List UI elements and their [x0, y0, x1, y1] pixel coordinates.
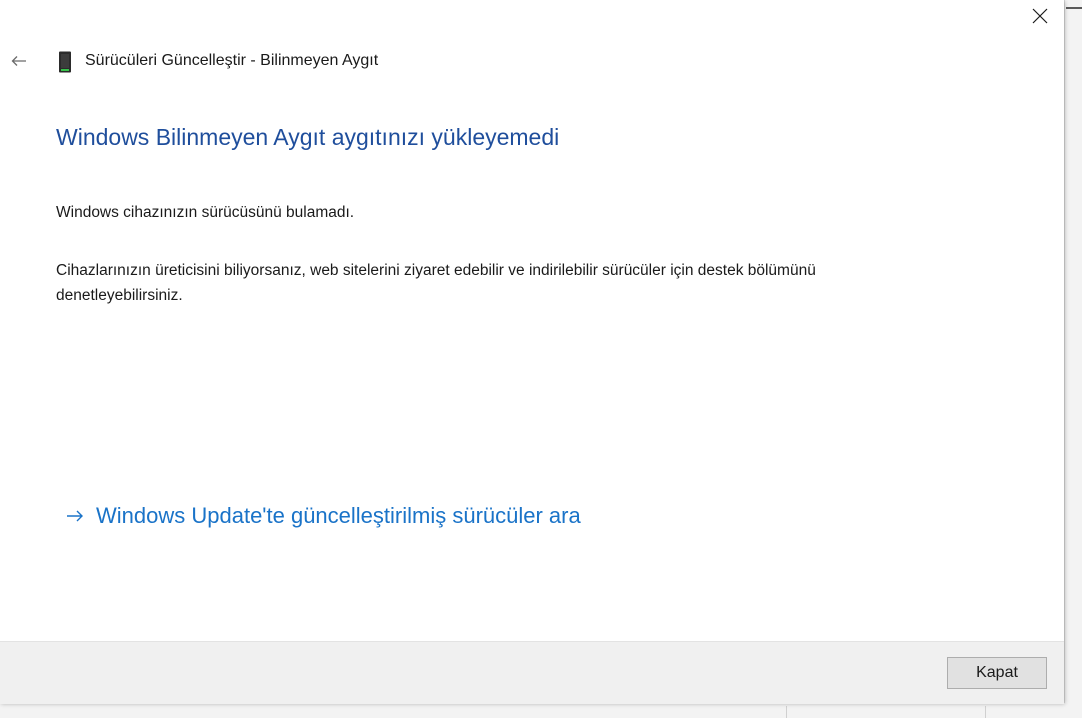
info-message: Cihazlarınızın üreticisini biliyorsanız,… [56, 262, 816, 304]
page-heading: Windows Bilinmeyen Aygıt aygıtınızı yükl… [56, 124, 560, 150]
close-icon [1032, 8, 1048, 24]
background-window-edge [1064, 0, 1082, 718]
back-arrow-icon [11, 56, 26, 66]
device-icon [59, 51, 71, 73]
kapat-button[interactable]: Kapat [947, 657, 1047, 689]
background-window-bottom [0, 703, 1082, 718]
arrow-right-icon [66, 509, 84, 523]
status-message: Windows cihazınızın sürücüsünü bulamadı. [56, 204, 355, 221]
driver-update-dialog: Sürücüleri Güncelleştir - Bilinmeyen Ayg… [0, 0, 1064, 704]
window-title: Sürücüleri Güncelleştir - Bilinmeyen Ayg… [85, 52, 379, 69]
back-button[interactable] [6, 50, 32, 72]
close-button[interactable] [1020, 0, 1060, 32]
dialog-footer: Kapat [0, 641, 1064, 704]
windows-update-link[interactable]: Windows Update'te güncelleştirilmiş sürü… [66, 503, 581, 529]
windows-update-link-label: Windows Update'te güncelleştirilmiş sürü… [96, 503, 581, 528]
background-divider [786, 706, 787, 718]
background-window-detail [1066, 7, 1082, 9]
background-divider [985, 706, 986, 718]
